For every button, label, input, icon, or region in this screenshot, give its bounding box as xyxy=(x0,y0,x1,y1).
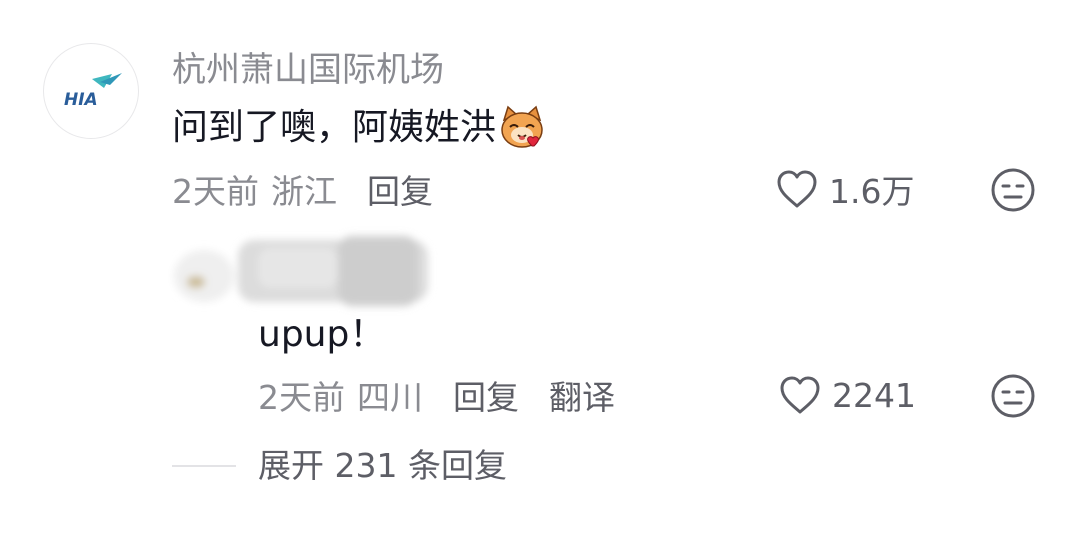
comment-location: 浙江 xyxy=(271,172,337,211)
meh-face-icon xyxy=(991,168,1035,212)
comment-username[interactable]: 杭州萧山国际机场 xyxy=(172,48,444,92)
smiling-cat-with-heart-emoji-icon xyxy=(498,104,546,152)
comment-body: 问到了噢，阿姨姓洪 xyxy=(172,104,546,152)
reply-reply-button[interactable]: 回复 xyxy=(453,371,519,419)
heart-outline-icon xyxy=(777,170,817,208)
reply-location: 四川 xyxy=(357,378,423,417)
reply-dislike-button[interactable] xyxy=(990,373,1036,419)
like-button[interactable]: 1.6万 xyxy=(775,166,914,212)
expand-divider xyxy=(172,465,236,467)
logo-text: HIA xyxy=(64,90,98,110)
avatar[interactable]: HIA xyxy=(43,43,139,139)
reply-like-button[interactable]: 2241 xyxy=(778,372,916,418)
reply-text: upup！ xyxy=(258,314,386,355)
blurred-reply-avatar-and-name xyxy=(168,226,443,316)
heart-outline-icon xyxy=(780,376,820,414)
translate-button[interactable]: 翻译 xyxy=(549,371,615,419)
comment-time: 2天前 xyxy=(172,172,259,211)
reply-meta: 2天前 四川 回复 翻译 xyxy=(258,372,615,418)
comment-meta: 2天前 浙江 回复 xyxy=(172,166,433,212)
dislike-button[interactable] xyxy=(990,167,1036,213)
reply-like-count: 2241 xyxy=(832,375,916,415)
hia-airport-logo-icon: HIA xyxy=(64,73,122,110)
reply-time: 2天前 xyxy=(258,378,345,417)
comment-text: 问到了噢，阿姨姓洪 xyxy=(172,107,497,148)
like-count: 1.6万 xyxy=(829,172,915,211)
expand-replies-button[interactable]: 展开 231 条回复 xyxy=(258,444,507,488)
meh-face-icon xyxy=(991,374,1035,418)
reply-button[interactable]: 回复 xyxy=(367,165,433,213)
